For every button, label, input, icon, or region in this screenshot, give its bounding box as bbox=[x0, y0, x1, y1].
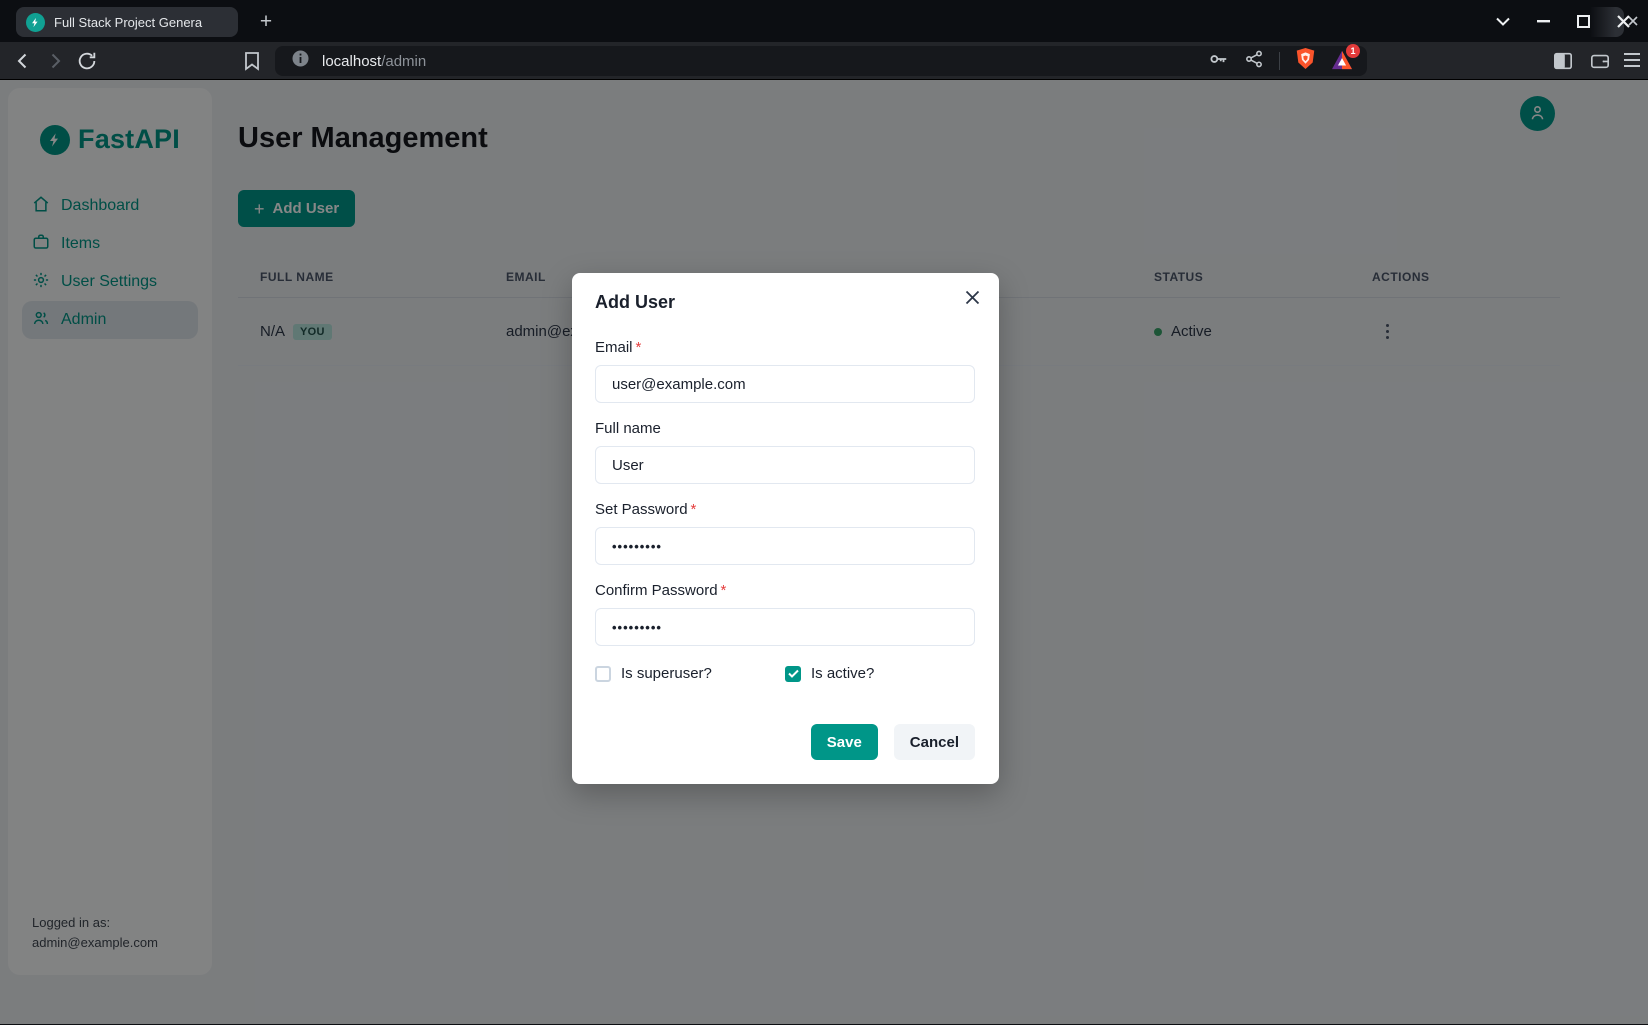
email-label: Email* bbox=[595, 339, 975, 356]
is-active-label: Is active? bbox=[811, 665, 874, 682]
url-path: /admin bbox=[381, 53, 426, 70]
toolbar-divider bbox=[1279, 52, 1280, 70]
checkbox-checked-icon bbox=[785, 666, 801, 682]
email-field[interactable] bbox=[595, 365, 975, 403]
share-icon[interactable] bbox=[1244, 49, 1264, 74]
cancel-button[interactable]: Cancel bbox=[894, 724, 975, 760]
checkbox-unchecked-icon bbox=[595, 666, 611, 682]
browser-toolbar: localhost/admin 1 bbox=[0, 42, 1648, 80]
required-marker: * bbox=[636, 339, 642, 356]
confirm-password-label: Confirm Password* bbox=[595, 582, 975, 599]
forward-button[interactable] bbox=[44, 50, 66, 72]
save-button[interactable]: Save bbox=[811, 724, 878, 760]
rewards-notification-badge: 1 bbox=[1346, 44, 1360, 58]
url-bar-actions: 1 bbox=[1207, 47, 1353, 75]
tab-title: Full Stack Project Genera bbox=[54, 15, 230, 30]
set-password-field-group: Set Password* bbox=[595, 501, 975, 565]
url-host: localhost bbox=[322, 53, 381, 70]
browser-tab[interactable]: Full Stack Project Genera bbox=[16, 7, 238, 37]
new-tab-button[interactable]: + bbox=[252, 8, 280, 36]
minimize-button[interactable] bbox=[1530, 8, 1556, 34]
required-marker: * bbox=[691, 501, 697, 518]
full-name-label: Full name bbox=[595, 420, 975, 437]
modal-close-icon[interactable] bbox=[961, 286, 983, 308]
confirm-password-field-group: Confirm Password* bbox=[595, 582, 975, 646]
close-window-button[interactable] bbox=[1610, 8, 1636, 34]
set-password-field[interactable] bbox=[595, 527, 975, 565]
is-active-checkbox[interactable]: Is active? bbox=[785, 665, 975, 682]
is-superuser-label: Is superuser? bbox=[621, 665, 712, 682]
tab-search-chevron-icon[interactable] bbox=[1490, 8, 1516, 34]
browser-window: Full Stack Project Genera + bbox=[0, 0, 1648, 1025]
bookmark-icon[interactable] bbox=[243, 51, 263, 71]
url-bar[interactable]: localhost/admin 1 bbox=[275, 46, 1367, 76]
window-controls bbox=[1490, 0, 1648, 42]
url-text: localhost/admin bbox=[322, 53, 426, 70]
reload-button[interactable] bbox=[76, 50, 98, 72]
checkbox-row: Is superuser? Is active? bbox=[595, 665, 975, 682]
full-name-field-group: Full name bbox=[595, 420, 975, 484]
modal-title: Add User bbox=[595, 292, 975, 313]
is-superuser-checkbox[interactable]: Is superuser? bbox=[595, 665, 785, 682]
confirm-password-field[interactable] bbox=[595, 608, 975, 646]
wallet-icon[interactable] bbox=[1590, 51, 1610, 71]
sidebar-toggle-icon[interactable] bbox=[1553, 51, 1573, 71]
modal-buttons: Save Cancel bbox=[595, 724, 975, 760]
saved-password-key-icon[interactable] bbox=[1207, 48, 1229, 75]
maximize-button[interactable] bbox=[1570, 8, 1596, 34]
email-field-group: Email* bbox=[595, 339, 975, 403]
brave-shield-icon[interactable] bbox=[1295, 47, 1316, 75]
fastapi-favicon-icon bbox=[26, 13, 45, 32]
add-user-modal: Add User Email* Full name Set Password* bbox=[572, 273, 999, 784]
set-password-label: Set Password* bbox=[595, 501, 975, 518]
menu-icon[interactable] bbox=[1622, 51, 1642, 71]
brave-rewards-icon[interactable]: 1 bbox=[1331, 50, 1353, 72]
back-button[interactable] bbox=[12, 50, 34, 72]
site-info-icon[interactable] bbox=[292, 50, 309, 72]
page-viewport: FastAPI Dashboard Items bbox=[0, 80, 1648, 1024]
add-user-form: Email* Full name Set Password* Confirm P… bbox=[595, 339, 975, 760]
full-name-field[interactable] bbox=[595, 446, 975, 484]
browser-titlebar: Full Stack Project Genera + bbox=[0, 0, 1648, 42]
required-marker: * bbox=[721, 582, 727, 599]
